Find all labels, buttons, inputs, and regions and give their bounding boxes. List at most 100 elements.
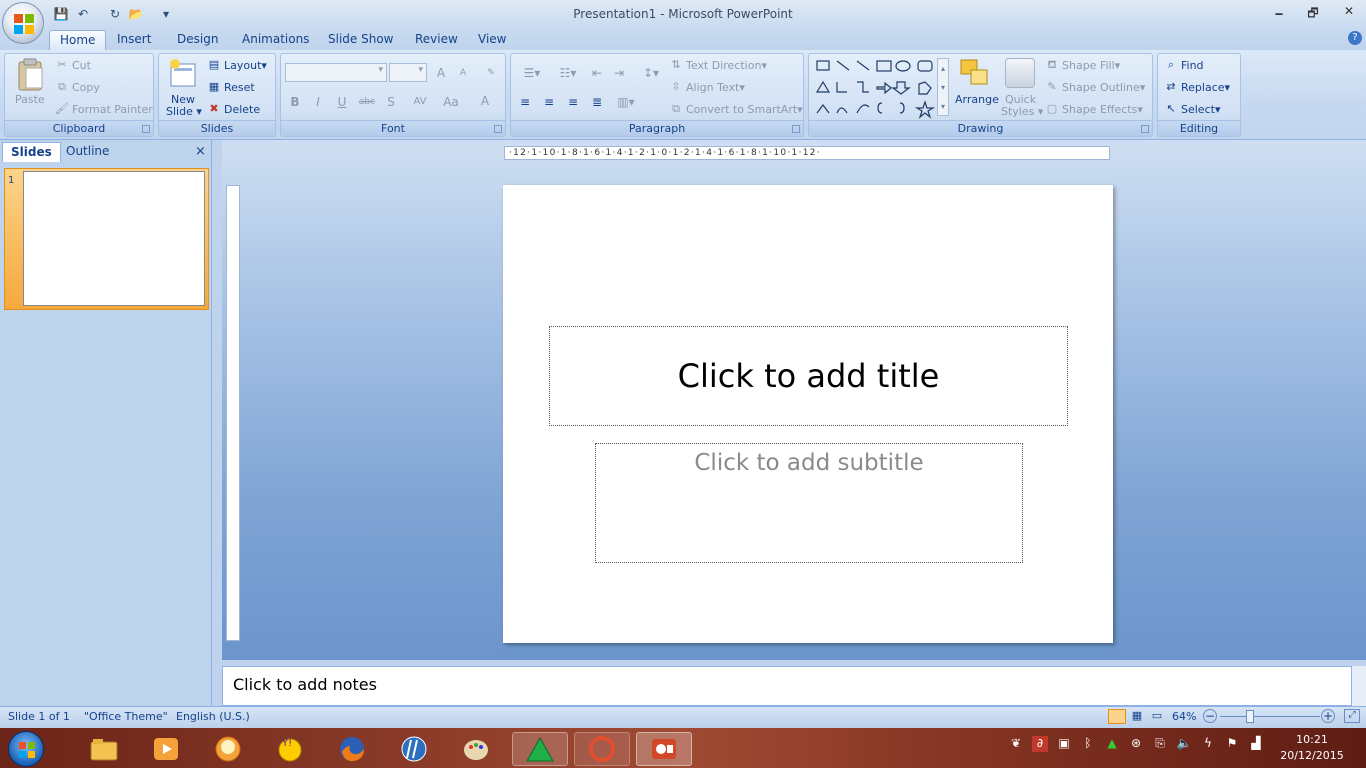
minimize-button[interactable]: 🗕 [1264, 4, 1294, 22]
subtitle-placeholder[interactable]: Click to add subtitle [595, 443, 1023, 563]
tab-slides[interactable]: Slides [2, 142, 61, 162]
signal-icon[interactable]: ▟ [1248, 736, 1264, 752]
action-center-icon[interactable]: ⚑ [1224, 736, 1240, 752]
recording-app-icon[interactable] [574, 732, 630, 766]
bullets-button[interactable]: ☰▾ [515, 64, 549, 82]
underline-button[interactable]: U [332, 93, 352, 111]
clear-formatting-button[interactable]: ✎ [481, 64, 501, 82]
increase-indent-button[interactable]: ⇥ [609, 64, 629, 82]
hp-icon[interactable] [394, 732, 434, 766]
tray-network-icon[interactable]: ⊛ [1128, 736, 1144, 752]
replace-button[interactable]: ⇄ Replace ▾ [1164, 78, 1230, 96]
notes-pane[interactable]: Click to add notes [222, 666, 1352, 706]
tray-power-icon[interactable]: ϟ [1200, 736, 1216, 752]
close-button[interactable]: ✕ [1334, 4, 1364, 22]
shape-outline-button[interactable]: ✎ Shape Outline ▾ [1045, 78, 1145, 96]
align-text-button[interactable]: ⇳ Align Text ▾ [669, 78, 744, 96]
tab-insert[interactable]: Insert [107, 30, 161, 50]
notes-scrollbar[interactable] [1352, 666, 1366, 706]
layout-button[interactable]: ▤ Layout ▾ [207, 56, 267, 74]
align-left-button[interactable]: ≡ [515, 93, 535, 111]
new-slide-button[interactable]: Slide ▾ [166, 105, 202, 118]
tab-slide-show[interactable]: Slide Show [318, 30, 403, 50]
tab-design[interactable]: Design [167, 30, 228, 50]
find-button[interactable]: ⌕ Find [1164, 56, 1204, 74]
firefox-icon[interactable] [332, 732, 372, 766]
start-button[interactable] [8, 731, 44, 767]
app-triangle-icon[interactable] [512, 732, 568, 766]
quick-styles-button[interactable]: Styles ▾ [1001, 105, 1043, 118]
clipboard-launcher-icon[interactable] [142, 125, 150, 133]
shadow-button[interactable]: S [381, 93, 401, 111]
font-size-combo[interactable]: ▾ [389, 63, 427, 82]
tab-review[interactable]: Review [405, 30, 468, 50]
cut-button[interactable]: ✂ Cut [55, 56, 91, 74]
grow-font-button[interactable]: A [431, 64, 451, 82]
file-explorer-icon[interactable] [84, 732, 124, 766]
font-name-combo[interactable]: ▾ [285, 63, 387, 82]
decrease-indent-button[interactable]: ⇤ [587, 64, 607, 82]
clock[interactable]: 10:21 20/12/2015 [1272, 732, 1352, 764]
zoom-out-button[interactable]: − [1203, 709, 1217, 723]
tab-outline[interactable]: Outline [58, 142, 117, 162]
align-right-button[interactable]: ≡ [563, 93, 583, 111]
zoom-slider-thumb[interactable] [1246, 710, 1254, 723]
shape-effects-button[interactable]: ▢ Shape Effects ▾ [1045, 100, 1143, 118]
powerpoint-taskbar-icon[interactable] [636, 732, 692, 766]
office-button[interactable] [2, 2, 44, 44]
shrink-font-button[interactable]: A [453, 64, 473, 82]
align-center-button[interactable]: ≡ [539, 93, 559, 111]
media-player-icon[interactable] [146, 732, 186, 766]
tab-view[interactable]: View [468, 30, 516, 50]
tray-device-icon[interactable]: ⎘ [1152, 736, 1168, 752]
copy-button[interactable]: ⧉ Copy [55, 78, 100, 96]
language-status[interactable]: English (U.S.) [176, 710, 250, 723]
select-button[interactable]: ↖ Select ▾ [1164, 100, 1220, 118]
zoom-in-button[interactable]: + [1321, 709, 1335, 723]
slide-sorter-icon[interactable]: ▦ [1128, 709, 1146, 724]
tab-animations[interactable]: Animations [232, 30, 319, 50]
font-launcher-icon[interactable] [494, 125, 502, 133]
line-spacing-button[interactable]: ↕▾ [635, 64, 667, 82]
tray-acrobat-icon[interactable]: ∂ [1032, 736, 1048, 752]
convert-smartart-button[interactable]: ⧉ Convert to SmartArt ▾ [669, 100, 803, 118]
title-placeholder[interactable]: Click to add title [549, 326, 1068, 426]
character-spacing-button[interactable]: AV [405, 93, 435, 111]
bluetooth-icon[interactable]: ᛒ [1080, 736, 1096, 752]
shapes-scroll[interactable]: ▴ ▾ ▾ [937, 58, 949, 116]
paragraph-launcher-icon[interactable] [792, 125, 800, 133]
tray-leaf-icon[interactable]: ❦ [1008, 736, 1024, 752]
drawing-launcher-icon[interactable] [1141, 125, 1149, 133]
slide-thumbnail[interactable] [23, 171, 205, 306]
help-icon[interactable]: ? [1348, 31, 1362, 45]
justify-button[interactable]: ≣ [587, 93, 607, 111]
delete-button[interactable]: ✖ Delete [207, 100, 260, 118]
font-color-button[interactable]: A [471, 92, 499, 110]
arrange-button[interactable]: Arrange [955, 93, 999, 106]
slide-show-view-icon[interactable]: ▭ [1148, 709, 1166, 724]
yahoo-messenger-icon[interactable]: Y! [270, 732, 310, 766]
reset-button[interactable]: ▦ Reset [207, 78, 255, 96]
volume-icon[interactable]: 🔈 [1176, 736, 1192, 752]
paste-button[interactable]: Paste [15, 93, 45, 106]
tab-home[interactable]: Home [49, 30, 107, 50]
format-painter-button[interactable]: 🖌 Format Painter [55, 100, 153, 118]
tray-app-icon[interactable]: ▣ [1056, 736, 1072, 752]
columns-button[interactable]: ▥▾ [611, 93, 641, 111]
tray-triangle-icon[interactable]: ▲ [1104, 736, 1120, 752]
zoom-level[interactable]: 64% [1172, 710, 1196, 723]
fit-to-window-icon[interactable]: ⤢ [1344, 709, 1360, 723]
italic-button[interactable]: I [308, 93, 328, 111]
normal-view-icon[interactable] [1108, 709, 1126, 724]
bold-button[interactable]: B [285, 93, 305, 111]
strikethrough-button[interactable]: abc [357, 93, 377, 111]
close-pane-icon[interactable]: × [195, 144, 206, 159]
paint-icon[interactable] [456, 732, 496, 766]
change-case-button[interactable]: Aa [438, 93, 464, 111]
shape-fill-button[interactable]: ⛾ Shape Fill ▾ [1045, 56, 1121, 74]
text-direction-button[interactable]: ⇅ Text Direction ▾ [669, 56, 767, 74]
numbering-button[interactable]: ☷▾ [551, 64, 585, 82]
messenger-icon[interactable] [208, 732, 248, 766]
theme-status[interactable]: "Office Theme" [84, 710, 168, 723]
shapes-gallery-icon[interactable] [815, 58, 937, 120]
